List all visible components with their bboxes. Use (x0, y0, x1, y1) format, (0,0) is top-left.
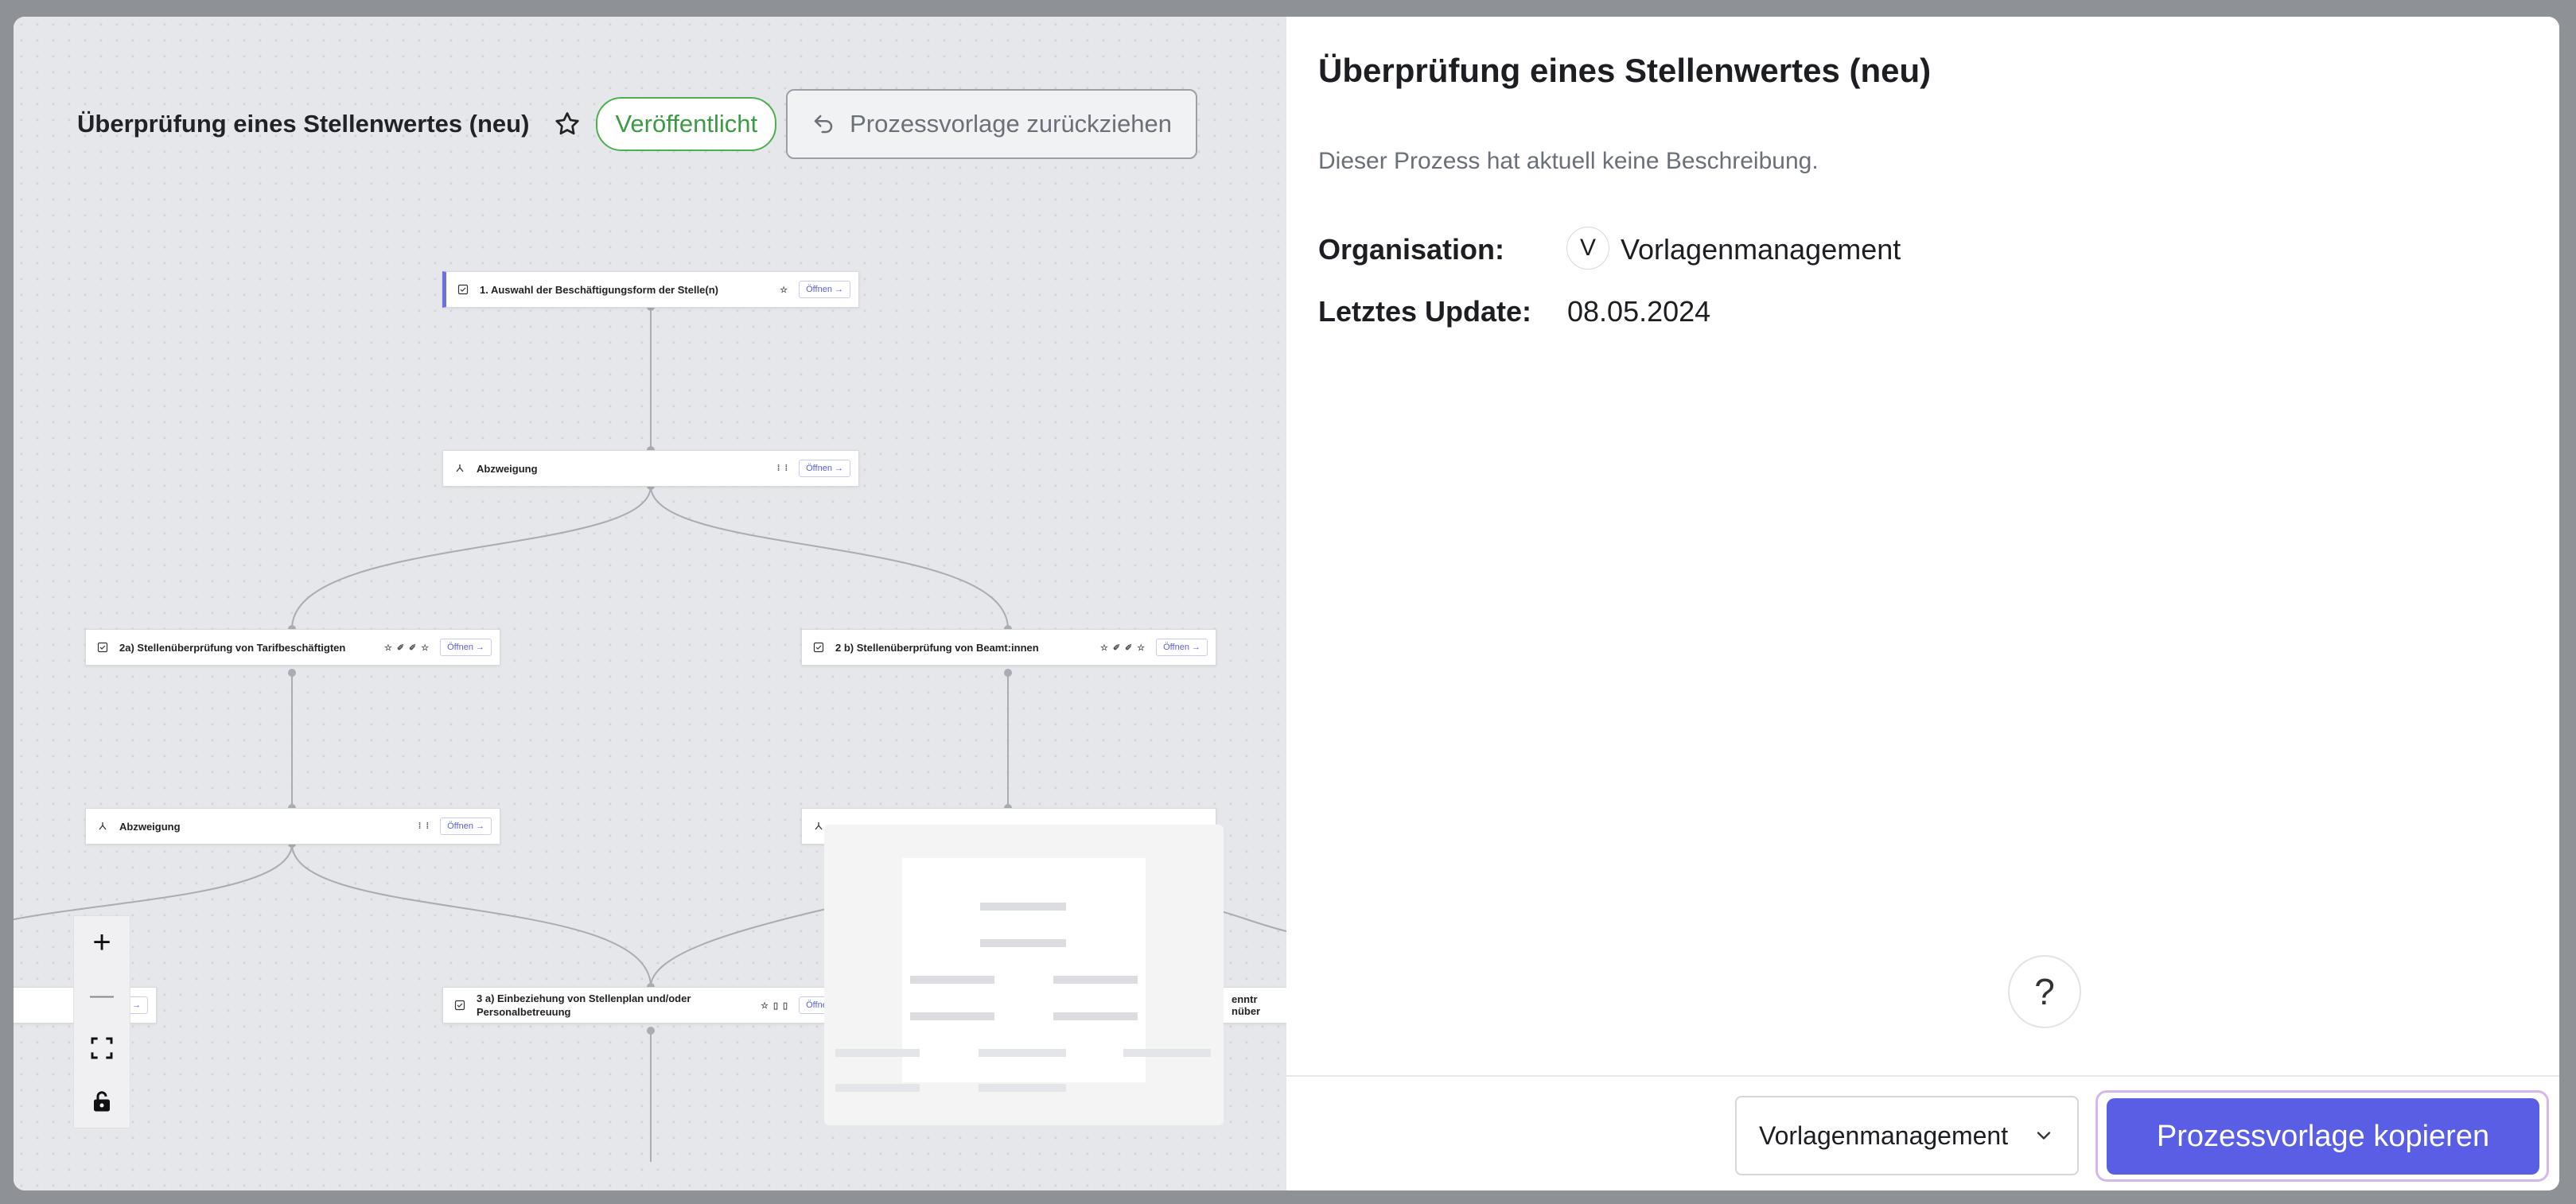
canvas-controls: + — (73, 915, 130, 1128)
form-icon (454, 1000, 465, 1011)
edge (650, 485, 1009, 630)
node-label: Abzweigung (119, 820, 181, 833)
edge (14, 843, 293, 921)
node-label: 2a) Stellenüberprüfung von Tarifbeschäft… (119, 641, 346, 654)
flow-canvas[interactable]: Überprüfung eines Stellenwertes (neu) Ve… (14, 17, 1286, 1190)
last-update-value: 08.05.2024 (1567, 295, 1711, 328)
panel-title: Überprüfung eines Stellenwertes (neu) (1318, 52, 1932, 89)
panel-footer: Vorlagenmanagement Prozessvorlage kopier… (1286, 1075, 2559, 1190)
open-node-button[interactable]: Öffnen → (799, 281, 850, 298)
node-star-icon[interactable]: ☆ (780, 285, 792, 295)
process-modal: Überprüfung eines Stellenwertes (neu) Ve… (14, 17, 2559, 1190)
node-actions-icons[interactable]: ☆✐✐☆ (1100, 643, 1150, 653)
drag-handle-icon[interactable]: ⁞⁞ (418, 821, 434, 831)
zoom-in-button[interactable]: + (78, 920, 126, 965)
branch-icon (456, 464, 464, 472)
flow-node-branch[interactable]: Abzweigung ⁞⁞ Öffnen → (442, 450, 859, 487)
branch-icon (815, 822, 823, 830)
branch-icon (99, 822, 107, 830)
form-icon (97, 642, 108, 653)
flow-node-step-2b[interactable]: 2 b) Stellenüberprüfung von Beamt:innen … (801, 629, 1216, 666)
open-node-button[interactable]: Öffnen → (440, 818, 492, 835)
node-label-2: nüber (1232, 1005, 1261, 1017)
node-label: 3 a) Einbeziehung von Stellenplan und/od… (477, 992, 691, 1018)
form-icon (457, 284, 469, 295)
favorite-star-icon[interactable] (551, 108, 583, 140)
open-node-button[interactable]: Öffnen → (799, 460, 850, 477)
lock-icon[interactable] (78, 1079, 126, 1124)
organisation-avatar: V (1566, 227, 1609, 270)
node-label: 2 b) Stellenüberprüfung von Beamt:innen (835, 641, 1039, 654)
help-button[interactable]: ? (2008, 955, 2081, 1028)
minimap[interactable] (824, 825, 1224, 1125)
withdraw-label: Prozessvorlage zurückziehen (850, 110, 1173, 138)
open-node-button[interactable]: Öffnen → (440, 639, 492, 656)
form-icon (813, 642, 824, 653)
node-actions-icons[interactable]: ☆▯▯ (761, 1000, 792, 1011)
flow-header: Überprüfung eines Stellenwertes (neu) Ve… (77, 88, 1198, 160)
flow-node-step-2a[interactable]: 2a) Stellenüberprüfung von Tarifbeschäft… (85, 629, 500, 666)
flow-node-branch-2[interactable]: Abzweigung ⁞⁞ Öffnen → (85, 808, 500, 845)
node-label: Abzweigung (477, 462, 538, 475)
undo-icon (814, 115, 833, 134)
details-panel: Überprüfung eines Stellenwertes (neu) Di… (1286, 17, 2559, 1190)
last-update-label: Letztes Update: (1318, 295, 1532, 328)
copy-template-button[interactable]: Prozessvorlage kopieren (2107, 1098, 2539, 1175)
node-label: enntr (1232, 993, 1258, 1005)
withdraw-template-button[interactable]: Prozessvorlage zurückziehen (786, 89, 1198, 159)
fit-view-icon[interactable] (78, 1026, 126, 1070)
panel-description: Dieser Prozess hat aktuell keine Beschre… (1318, 148, 1819, 174)
drag-handle-icon[interactable]: ⁞⁞ (777, 464, 792, 473)
node-label: 1. Auswahl der Beschäftigungsform der St… (480, 283, 719, 296)
flow-node-step-1[interactable]: 1. Auswahl der Beschäftigungsform der St… (442, 271, 859, 308)
zoom-out-button[interactable]: — (78, 973, 126, 1018)
organisation-select-value: Vorlagenmanagement (1759, 1120, 2009, 1150)
edge (650, 907, 834, 988)
edge (291, 843, 652, 988)
organisation-label: Organisation: (1318, 233, 1505, 266)
chevron-down-icon (2037, 1132, 2051, 1140)
edge (291, 485, 652, 630)
organisation-select[interactable]: Vorlagenmanagement (1735, 1096, 2079, 1175)
node-actions-icons[interactable]: ☆✐✐☆ (384, 643, 434, 653)
flow-title: Überprüfung eines Stellenwertes (neu) (77, 110, 530, 138)
organisation-value: Vorlagenmanagement (1621, 233, 1901, 266)
status-badge: Veröffentlicht (596, 97, 777, 151)
open-node-button[interactable]: Öffnen → (1156, 639, 1208, 656)
flow-node-step-3a[interactable]: 3 a) Einbeziehung von Stellenplan und/od… (442, 987, 859, 1023)
